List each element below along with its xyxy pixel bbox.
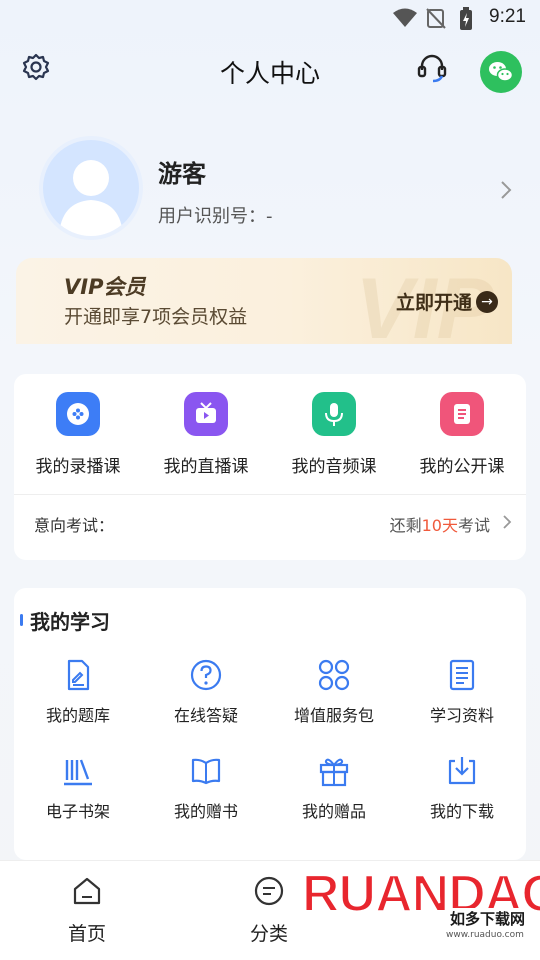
tab-home[interactable]: 首页 <box>68 875 106 946</box>
arrow-right-icon: → <box>476 290 498 313</box>
home-icon <box>73 877 101 905</box>
study-item-bookshelf[interactable]: 电子书架 <box>14 754 142 850</box>
course-open[interactable]: 我的公开课 <box>398 390 526 480</box>
recorded-course-icon <box>56 392 100 436</box>
courses-card: 我的录播课 我的直播课 我的音频课 我的公开课 意向考试： 还剩10天考试 <box>14 374 526 560</box>
study-item-gift-books[interactable]: 我的赠书 <box>142 754 270 850</box>
course-label: 我的直播课 <box>163 457 249 477</box>
download-icon <box>448 757 476 785</box>
vip-banner[interactable]: VIP VIP会员 开通即享7项会员权益 立即开通 → <box>16 258 512 344</box>
brand-subtitle: 如多下载网 <box>448 908 528 929</box>
brand-watermark: RUANDAO 如多下载网 www.ruaduo.com <box>298 862 540 952</box>
vip-title: VIP会员 <box>64 275 146 299</box>
category-icon <box>254 876 284 906</box>
exam-suffix: 考试 <box>457 516 490 535</box>
course-row: 我的录播课 我的直播课 我的音频课 我的公开课 <box>14 390 526 480</box>
course-label: 我的公开课 <box>419 457 505 477</box>
battery-icon <box>460 7 472 30</box>
section-accent-bar <box>20 614 23 626</box>
study-item-label: 电子书架 <box>45 802 110 821</box>
clock: 9:21 <box>489 6 526 27</box>
avatar[interactable] <box>39 136 143 240</box>
exam-label: 意向考试： <box>34 516 115 535</box>
header: 个人中心 <box>0 36 540 106</box>
gift-icon <box>319 758 349 787</box>
study-item-label: 学习资料 <box>429 706 494 725</box>
study-item-label: 在线答疑 <box>173 706 238 725</box>
audio-course-icon <box>312 392 356 436</box>
exam-days: 10天 <box>421 516 458 535</box>
course-label: 我的音频课 <box>291 457 377 477</box>
service-package-icon <box>318 659 350 691</box>
course-live[interactable]: 我的直播课 <box>142 390 270 480</box>
username: 游客 <box>158 160 206 188</box>
bookshelf-icon <box>64 759 92 786</box>
course-recorded[interactable]: 我的录播课 <box>14 390 142 480</box>
live-course-icon <box>184 392 228 436</box>
study-item-online-qa[interactable]: 在线答疑 <box>142 658 270 754</box>
course-audio[interactable]: 我的音频课 <box>270 390 398 480</box>
study-item-label: 我的下载 <box>429 802 494 821</box>
question-bank-icon <box>67 659 90 691</box>
study-card: 我的学习 我的题库 在线答疑 增值服务包 学习资料 电子书架 我的赠书 我的赠品… <box>14 588 526 860</box>
divider <box>14 494 526 495</box>
tab-label: 首页 <box>68 923 107 945</box>
brand-url: www.ruaduo.com <box>446 930 524 940</box>
question-mark-icon <box>190 659 222 691</box>
vip-open-label: 立即开通 <box>395 292 472 314</box>
vip-open-button[interactable]: 立即开通 → <box>396 288 498 315</box>
document-icon <box>449 659 475 691</box>
vip-description: 开通即享7项会员权益 <box>64 306 248 328</box>
study-item-gifts[interactable]: 我的赠品 <box>270 754 398 850</box>
user-id: 用户识别号：- <box>158 206 273 227</box>
study-item-label: 我的赠品 <box>301 802 366 821</box>
study-item-label: 增值服务包 <box>293 706 374 725</box>
open-book-icon <box>191 758 221 785</box>
customer-service-icon[interactable] <box>416 52 448 84</box>
exam-prefix: 还剩 <box>389 516 422 535</box>
wifi-icon <box>393 8 417 27</box>
open-course-icon <box>440 392 484 436</box>
study-item-question-bank[interactable]: 我的题库 <box>14 658 142 754</box>
tab-label: 分类 <box>250 923 289 945</box>
chevron-right-icon <box>503 515 512 529</box>
study-item-downloads[interactable]: 我的下载 <box>398 754 526 850</box>
study-item-label: 我的赠书 <box>173 802 238 821</box>
course-label: 我的录播课 <box>35 457 121 477</box>
exam-countdown[interactable]: 还剩10天考试 <box>390 512 490 536</box>
page-title: 个人中心 <box>219 59 320 88</box>
study-item-label: 我的题库 <box>45 706 110 725</box>
status-bar: 9:21 <box>0 0 540 36</box>
study-item-materials[interactable]: 学习资料 <box>398 658 526 754</box>
chevron-right-icon <box>501 181 512 199</box>
study-grid: 我的题库 在线答疑 增值服务包 学习资料 电子书架 我的赠书 我的赠品 我的下载 <box>14 658 526 850</box>
section-title: 我的学习 <box>30 610 110 634</box>
profile-section[interactable]: 游客 用户识别号：- <box>0 136 540 246</box>
study-item-service-package[interactable]: 增值服务包 <box>270 658 398 754</box>
default-user-icon <box>59 160 123 236</box>
wechat-icon[interactable] <box>480 51 522 93</box>
no-signal-icon <box>426 8 446 29</box>
tab-category[interactable]: 分类 <box>250 875 288 946</box>
